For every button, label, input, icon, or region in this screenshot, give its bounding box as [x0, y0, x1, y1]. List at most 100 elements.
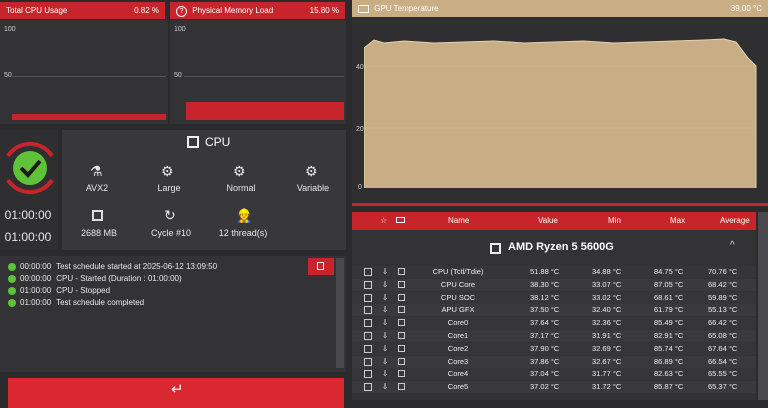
- sensor-value: 37.86 °C: [530, 357, 560, 366]
- graph-toggle-icon[interactable]: [398, 306, 405, 313]
- option-label: 12 thread(s): [218, 228, 268, 238]
- sensor-min: 34.88 °C: [592, 267, 622, 276]
- pin-icon[interactable]: ⇩: [382, 343, 388, 355]
- option-label: AVX2: [85, 183, 109, 193]
- column-min[interactable]: Min: [608, 212, 621, 230]
- gpu-temp-tick-20: 20: [356, 126, 364, 133]
- row-checkbox[interactable]: [364, 268, 372, 276]
- sensor-table-header: ☆ Name Value Min Max Average: [352, 212, 756, 230]
- copy-log-button[interactable]: [308, 258, 334, 275]
- sensor-name: CPU Core: [440, 280, 476, 289]
- gpu-temp-header: GPU Temperature 39.00 °C: [352, 0, 768, 17]
- check-icon: [8, 286, 16, 295]
- checkmark-icon: [6, 141, 54, 195]
- row-checkbox[interactable]: [364, 370, 372, 378]
- pin-icon[interactable]: ⇩: [382, 317, 388, 329]
- sensor-value: 37.17 °C: [530, 331, 560, 340]
- pin-icon[interactable]: ⇩: [382, 279, 388, 291]
- pin-icon[interactable]: ⇩: [382, 266, 388, 278]
- table-row[interactable]: ⇩ Core1 37.17 °C 31.91 °C 82.91 °C 65.08 °C: [352, 330, 756, 342]
- sensor-min: 31.72 °C: [592, 382, 622, 391]
- sensor-average: 55.13 °C: [708, 305, 738, 314]
- table-row[interactable]: ⇩ Core4 37.04 °C 31.77 °C 82.63 °C 65.55 °C: [352, 368, 756, 380]
- log-entry: 01:00:00 CPU - Stopped: [8, 286, 110, 296]
- pin-icon[interactable]: ⇩: [382, 304, 388, 316]
- sensor-average: 68.42 °C: [708, 280, 738, 289]
- graph-toggle-icon[interactable]: [398, 332, 405, 339]
- row-checkbox[interactable]: [364, 332, 372, 340]
- column-average[interactable]: Average: [720, 212, 750, 230]
- row-checkbox[interactable]: [364, 345, 372, 353]
- graph-toggle-icon[interactable]: [398, 319, 405, 326]
- table-row[interactable]: ⇩ APU GFX 37.50 °C 32.40 °C 61.79 °C 55.13 °C: [352, 304, 756, 316]
- row-checkbox[interactable]: [364, 319, 372, 327]
- pin-icon[interactable]: ⇩: [382, 292, 388, 304]
- table-row[interactable]: ⇩ CPU (Tctl/Tdie) 51.88 °C 34.88 °C 84.75 °C…: [352, 266, 756, 278]
- cpu-usage-graph: 100 50: [0, 20, 168, 124]
- log-entry: 00:00:00 CPU - Started (Duration : 01:00…: [8, 274, 182, 284]
- row-checkbox[interactable]: [364, 294, 372, 302]
- option-large: ⚙ Large: [142, 163, 196, 195]
- table-row[interactable]: ⇩ Core2 37.90 °C 32.69 °C 85.74 °C 67.64 °C: [352, 343, 756, 355]
- sensor-average: 66.42 °C: [708, 318, 738, 327]
- cpu-usage-tick-50: 50: [4, 72, 12, 79]
- sensor-name: Core4: [447, 369, 469, 378]
- graph-toggle-icon[interactable]: [398, 370, 405, 377]
- graph-toggle-icon[interactable]: [398, 358, 405, 365]
- table-scrollbar[interactable]: [758, 212, 768, 400]
- sensor-max: 85.87 °C: [654, 382, 684, 391]
- graph-toggle-icon[interactable]: [398, 281, 405, 288]
- sensor-average: 65.55 °C: [708, 369, 738, 378]
- graph-toggle-icon[interactable]: [398, 345, 405, 352]
- sensor-average: 70.76 °C: [708, 267, 738, 276]
- memory-load-gridline: [184, 76, 344, 77]
- row-checkbox[interactable]: [364, 306, 372, 314]
- chip-icon: [92, 210, 103, 221]
- info-icon: ?: [176, 6, 187, 17]
- row-checkbox[interactable]: [364, 358, 372, 366]
- cpu-chip-icon: [187, 136, 199, 148]
- table-row[interactable]: ⇩ Core0 37.64 °C 32.36 °C 85.49 °C 66.42 °C: [352, 317, 756, 329]
- table-row[interactable]: ⇩ CPU SOC 38.12 °C 33.02 °C 68.61 °C 59.89 °C: [352, 292, 756, 304]
- gpu-temp-graph: 40 20 0: [352, 18, 768, 202]
- table-row[interactable]: ⇩ Core5 37.02 °C 31.72 °C 85.87 °C 65.37 °C: [352, 381, 756, 393]
- monitor-icon: [358, 4, 369, 13]
- pin-icon[interactable]: ⇩: [382, 330, 388, 342]
- collapse-icon[interactable]: ^: [730, 240, 735, 251]
- gpu-temp-tick-40: 40: [356, 64, 364, 71]
- column-max[interactable]: Max: [670, 212, 685, 230]
- log-scrollbar[interactable]: [336, 258, 344, 368]
- start-button[interactable]: ↵: [8, 378, 344, 408]
- sensor-min: 33.07 °C: [592, 280, 622, 289]
- gpu-temp-title: GPU Temperature: [374, 4, 439, 13]
- table-row[interactable]: ⇩ Core3 37.86 °C 32.67 °C 86.89 °C 66.54 °C: [352, 356, 756, 368]
- cpu-test-title: CPU: [205, 135, 231, 149]
- pin-icon[interactable]: ⇩: [382, 381, 388, 393]
- graph-toggle-icon[interactable]: [398, 268, 405, 275]
- sensor-value: 37.50 °C: [530, 305, 560, 314]
- sensor-name: Core1: [447, 331, 469, 340]
- graph-toggle-icon[interactable]: [398, 294, 405, 301]
- pin-icon[interactable]: ⇩: [382, 368, 388, 380]
- cpu-usage-fill: [12, 114, 166, 120]
- sensor-max: 82.91 °C: [654, 331, 684, 340]
- column-name[interactable]: Name: [448, 212, 469, 230]
- table-row[interactable]: ⇩ CPU Core 38.30 °C 33.07 °C 87.05 °C 68.42 °…: [352, 279, 756, 291]
- sensor-name: CPU (Tctl/Tdie): [432, 267, 484, 276]
- sensor-value: 38.30 °C: [530, 280, 560, 289]
- row-checkbox[interactable]: [364, 383, 372, 391]
- sensor-min: 32.69 °C: [592, 344, 622, 353]
- splitter[interactable]: [352, 203, 768, 206]
- sensor-max: 82.63 °C: [654, 369, 684, 378]
- gpu-temp-tick-0: 0: [358, 184, 362, 191]
- option-cycle: ↻ Cycle #10: [142, 207, 200, 240]
- sensor-value: 37.64 °C: [530, 318, 560, 327]
- worker-icon: 👷: [236, 208, 253, 223]
- pin-icon[interactable]: ⇩: [382, 356, 388, 368]
- gpu-temp-area: [364, 38, 757, 188]
- memory-load-value: 15.80 %: [309, 6, 339, 15]
- row-checkbox[interactable]: [364, 281, 372, 289]
- memory-load-graph: 100 50: [170, 20, 346, 124]
- column-value[interactable]: Value: [538, 212, 558, 230]
- graph-toggle-icon[interactable]: [398, 383, 405, 390]
